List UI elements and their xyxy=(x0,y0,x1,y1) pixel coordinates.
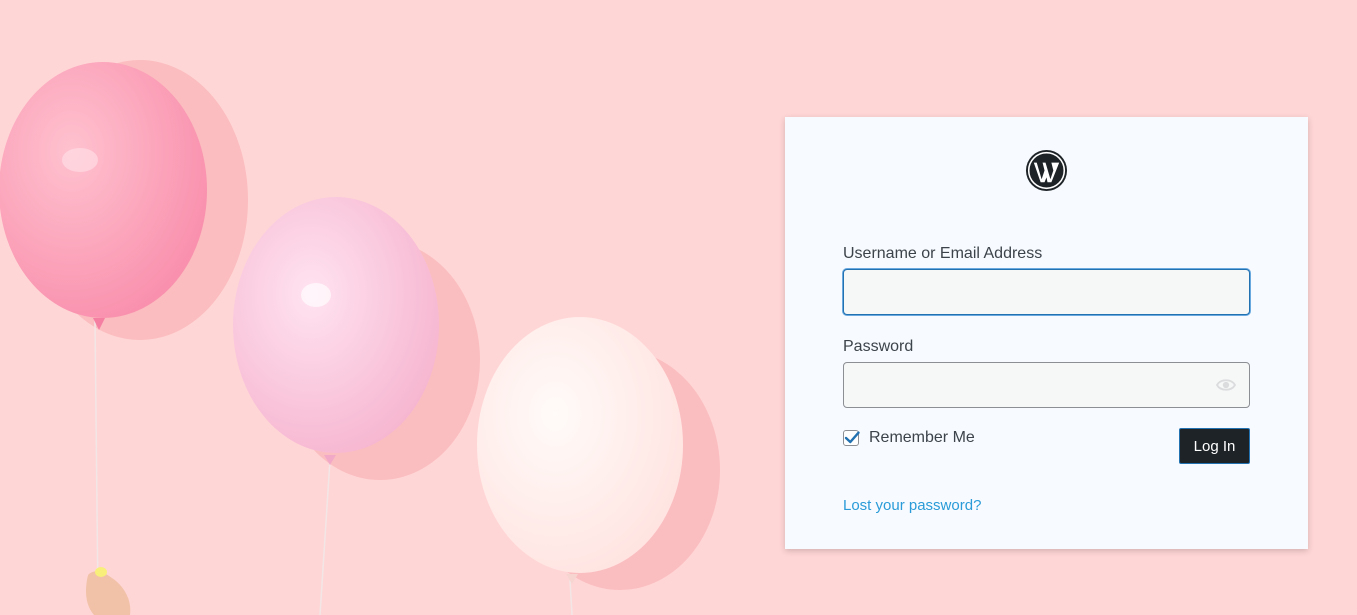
username-field[interactable] xyxy=(843,269,1250,315)
password-field[interactable] xyxy=(843,362,1250,408)
username-input[interactable] xyxy=(844,270,1249,314)
username-label: Username or Email Address xyxy=(843,245,1043,262)
remember-me-checkbox[interactable] xyxy=(843,430,860,446)
check-icon xyxy=(844,431,860,444)
password-input[interactable] xyxy=(844,363,1249,407)
remember-me-label: Remember Me xyxy=(869,429,975,446)
login-form-card: Username or Email Address Password Remem… xyxy=(785,117,1308,549)
remember-me-row[interactable]: Remember Me xyxy=(843,429,975,447)
password-label: Password xyxy=(843,338,914,355)
login-button[interactable]: Log In xyxy=(1179,428,1250,464)
eye-icon[interactable] xyxy=(1215,376,1237,394)
wordpress-logo-icon[interactable] xyxy=(1025,149,1068,192)
lost-password-link[interactable]: Lost your password? xyxy=(843,497,981,514)
